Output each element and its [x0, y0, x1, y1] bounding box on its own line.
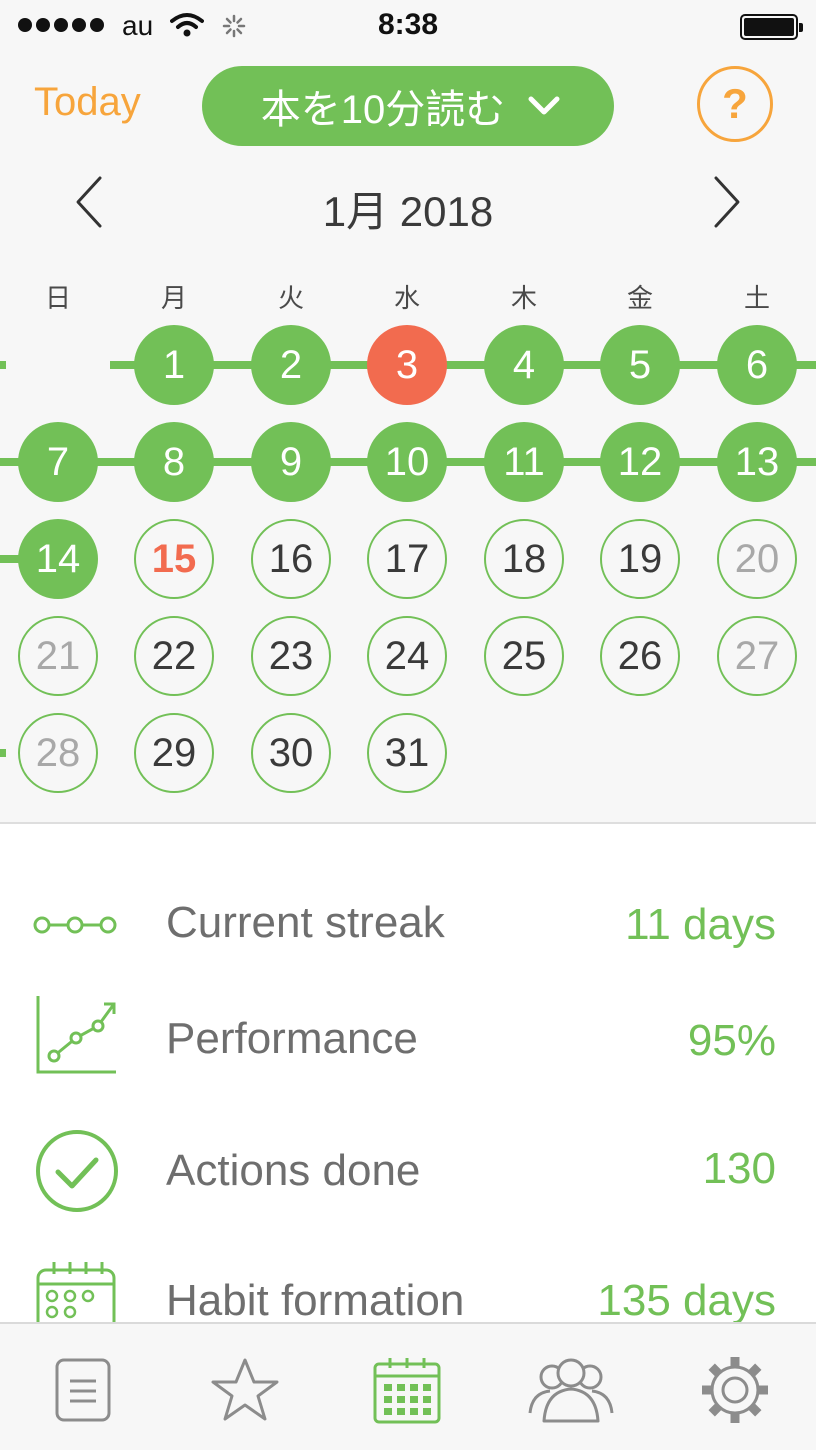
stat-row-actions-done: Actions done 130 — [0, 1120, 816, 1220]
stat-value: 135 days — [597, 1276, 776, 1322]
calendar-day[interactable]: 22 — [134, 616, 214, 696]
stat-value: 95% — [687, 1016, 776, 1065]
stat-row-current-streak: Current streak 11 days — [0, 876, 816, 976]
status-bar: au 8:38 — [0, 0, 816, 52]
calendar-day[interactable]: 28 — [18, 713, 98, 793]
chevron-right-icon[interactable] — [706, 172, 746, 232]
battery-icon — [740, 14, 803, 40]
weekday-label: 日 — [44, 283, 71, 313]
stat-label: Performance — [166, 1014, 418, 1063]
calendar-day[interactable]: 27 — [717, 616, 797, 696]
star-icon — [211, 1358, 279, 1421]
stat-value: 11 days — [625, 900, 776, 949]
habit-selector[interactable]: 本を10分読む — [202, 66, 614, 146]
streak-line — [110, 361, 816, 369]
calendar-day[interactable]: 29 — [134, 713, 214, 793]
calendar-day[interactable]: 20 — [717, 519, 797, 599]
calendar-day[interactable]: 4 — [484, 325, 564, 405]
weekday-label: 土 — [743, 283, 770, 313]
tab-bar — [0, 1322, 816, 1450]
gear-icon — [702, 1357, 768, 1423]
stat-value: 130 — [702, 1144, 776, 1193]
check-circle-icon — [36, 1130, 118, 1212]
weekday-label: 月 — [160, 283, 187, 313]
group-icon — [528, 1358, 614, 1423]
stat-row-habit-formation: Habit formation 135 days — [0, 1256, 816, 1322]
clock: 8:38 — [377, 8, 439, 41]
calendar-day[interactable]: 11 — [484, 422, 564, 502]
calendar-day[interactable]: 1 — [134, 325, 214, 405]
calendar-day[interactable]: 24 — [367, 616, 447, 696]
calendar-day[interactable]: 25 — [484, 616, 564, 696]
streak-line — [0, 749, 6, 757]
calendar-day[interactable]: 14 — [18, 519, 98, 599]
habit-title: 本を10分読む — [260, 88, 506, 132]
calendar-day[interactable]: 17 — [367, 519, 447, 599]
calendar-day[interactable]: 21 — [18, 616, 98, 696]
help-button[interactable]: ? — [697, 66, 773, 142]
today-button[interactable]: Today — [34, 80, 141, 125]
weekday-label: 木 — [510, 283, 537, 313]
tab-settings[interactable] — [690, 1350, 780, 1430]
calendar-day[interactable]: 16 — [251, 519, 331, 599]
calendar-day[interactable]: 6 — [717, 325, 797, 405]
tab-list[interactable] — [38, 1350, 128, 1430]
calendar-day[interactable]: 13 — [717, 422, 797, 502]
chevron-down-icon — [528, 96, 560, 115]
performance-chart-icon — [36, 996, 116, 1074]
streak-icon — [33, 916, 117, 934]
tab-calendar[interactable] — [362, 1350, 452, 1430]
calendar-day[interactable]: 19 — [600, 519, 680, 599]
calendar-day-today[interactable]: 15 — [134, 519, 214, 599]
stat-row-performance: Performance 95% — [0, 992, 816, 1092]
calendar-day[interactable]: 5 — [600, 325, 680, 405]
stat-label: Current streak — [166, 898, 445, 947]
stat-label: Actions done — [166, 1146, 421, 1195]
list-icon — [55, 1358, 111, 1422]
calendar-day[interactable]: 10 — [367, 422, 447, 502]
calendar-grid-icon — [36, 1262, 116, 1322]
calendar-day[interactable]: 30 — [251, 713, 331, 793]
calendar-day[interactable]: 26 — [600, 616, 680, 696]
weekday-label: 水 — [393, 283, 420, 313]
weekday-label: 金 — [626, 283, 653, 313]
calendar-panel: au 8:38 Today 本を10分読む ? 1月 2018 日 月 火 水 … — [0, 0, 816, 824]
calendar-icon — [373, 1358, 441, 1424]
tab-community[interactable] — [526, 1350, 616, 1430]
weekday-label: 火 — [277, 283, 304, 313]
stat-label: Habit formation — [166, 1276, 465, 1322]
calendar-day[interactable]: 9 — [251, 422, 331, 502]
calendar-day[interactable]: 8 — [134, 422, 214, 502]
streak-line — [0, 361, 6, 369]
calendar-day[interactable]: 2 — [251, 325, 331, 405]
calendar-day[interactable]: 3 — [367, 325, 447, 405]
calendar-day[interactable]: 31 — [367, 713, 447, 793]
month-title: 1月 2018 — [322, 188, 494, 235]
calendar-day[interactable]: 18 — [484, 519, 564, 599]
calendar-day[interactable]: 7 — [18, 422, 98, 502]
calendar-day[interactable]: 23 — [251, 616, 331, 696]
tab-favorites[interactable] — [200, 1350, 290, 1430]
calendar-day[interactable]: 12 — [600, 422, 680, 502]
